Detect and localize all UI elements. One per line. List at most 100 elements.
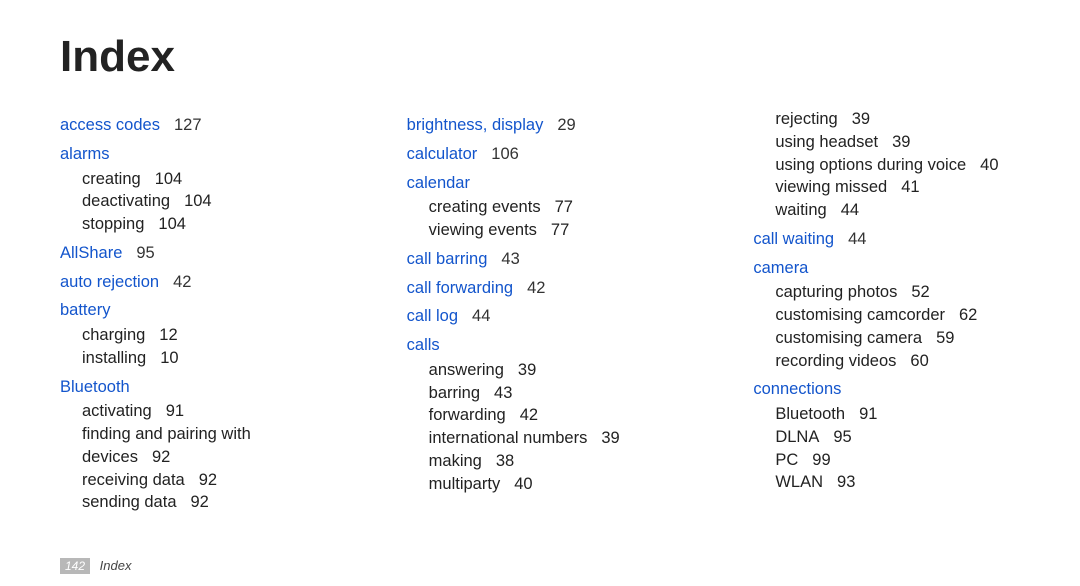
entry-page: 43 xyxy=(494,384,512,402)
index-columns: access codes 127 alarms creating 104 deactiva… xyxy=(60,108,1020,514)
entry-page: 39 xyxy=(601,429,619,447)
entry-text: barring xyxy=(429,384,480,402)
index-term[interactable]: AllShare95 xyxy=(60,242,327,265)
entry-page: 60 xyxy=(910,352,928,370)
index-subentry: barring 43 xyxy=(429,382,674,405)
entry-page: 127 xyxy=(174,116,202,134)
index-subentry: viewing missed41 xyxy=(775,176,1020,199)
index-subentry: finding and pairing with devices92 xyxy=(82,423,327,469)
index-subentry: receiving data92 xyxy=(82,469,327,492)
entry-page: 44 xyxy=(841,201,859,219)
entry-text: multiparty xyxy=(429,475,501,493)
entry-text: Bluetooth xyxy=(775,405,845,423)
index-subentry: customising camera 59 xyxy=(775,327,1020,350)
entry-page: 38 xyxy=(496,452,514,470)
entry-text: customising camera xyxy=(775,329,922,347)
index-subentry: DLNA 95 xyxy=(775,426,1020,449)
index-column: access codes 127 alarms creating 104 deactiva… xyxy=(60,108,327,514)
entry-page: 39 xyxy=(892,133,910,151)
entry-page: 44 xyxy=(472,307,490,325)
entry-text: creating xyxy=(82,170,141,188)
entry-text: calendar xyxy=(407,174,470,192)
entry-text: call waiting xyxy=(753,230,834,248)
entry-text: deactivating xyxy=(82,192,170,210)
entry-text: DLNA xyxy=(775,428,819,446)
entry-text: forwarding xyxy=(429,406,506,424)
index-subentry: making38 xyxy=(429,450,674,473)
index-term[interactable]: calls xyxy=(407,334,674,357)
entry-text: customising camcorder xyxy=(775,306,945,324)
entry-text: receiving data xyxy=(82,471,185,489)
index-term[interactable]: calendar xyxy=(407,172,674,195)
entry-page: 10 xyxy=(160,349,178,367)
entry-text: viewing events xyxy=(429,221,537,239)
index-subentry: using options during voice 40 xyxy=(775,154,1020,177)
entry-page: 91 xyxy=(166,402,184,420)
entry-text: battery xyxy=(60,301,110,319)
index-subentry: creating 104 xyxy=(82,168,327,191)
entry-page: 42 xyxy=(527,279,545,297)
index-subentry: creating events 77 xyxy=(429,196,674,219)
entry-text: call forwarding xyxy=(407,279,513,297)
entry-text: call log xyxy=(407,307,458,325)
entry-page: 41 xyxy=(901,178,919,196)
entry-text: stopping xyxy=(82,215,144,233)
index-term[interactable]: Bluetooth xyxy=(60,376,327,399)
entry-text: Bluetooth xyxy=(60,378,130,396)
index-subentry: using headset39 xyxy=(775,131,1020,154)
index-subentry: answering 39 xyxy=(429,359,674,382)
entry-page: 104 xyxy=(155,170,183,188)
entry-page: 43 xyxy=(501,250,519,268)
entry-page: 39 xyxy=(518,361,536,379)
index-term[interactable]: call forwarding 42 xyxy=(407,277,674,300)
entry-text: capturing photos xyxy=(775,283,897,301)
index-subentry: PC 99 xyxy=(775,449,1020,472)
index-term[interactable]: camera xyxy=(753,257,1020,280)
index-column: brightness, display29 calculator106 calend… xyxy=(407,108,674,514)
entry-page: 42 xyxy=(520,406,538,424)
entry-text: calls xyxy=(407,336,440,354)
index-subentry: WLAN93 xyxy=(775,471,1020,494)
entry-text: rejecting xyxy=(775,110,837,128)
index-subentry: stopping104 xyxy=(82,213,327,236)
entry-text: PC xyxy=(775,451,798,469)
entry-page: 95 xyxy=(833,428,851,446)
index-subentry: customising camcorder62 xyxy=(775,304,1020,327)
entry-text: creating events xyxy=(429,198,541,216)
entry-page: 77 xyxy=(551,221,569,239)
entry-text: sending data xyxy=(82,493,177,511)
index-term[interactable]: alarms xyxy=(60,143,327,166)
index-term[interactable]: brightness, display29 xyxy=(407,114,674,137)
entry-page: 91 xyxy=(859,405,877,423)
entry-page: 59 xyxy=(936,329,954,347)
index-term[interactable]: connections xyxy=(753,378,1020,401)
entry-page: 92 xyxy=(152,448,170,466)
entry-text: calculator xyxy=(407,145,478,163)
entry-page: 39 xyxy=(852,110,870,128)
index-subentry: multiparty 40 xyxy=(429,473,674,496)
index-subentry: deactivating104 xyxy=(82,190,327,213)
entry-page: 92 xyxy=(191,493,209,511)
index-subentry: viewing events 77 xyxy=(429,219,674,242)
entry-page: 77 xyxy=(555,198,573,216)
entry-text: camera xyxy=(753,259,808,277)
index-term[interactable]: access codes 127 xyxy=(60,114,327,137)
entry-text: using options during voice xyxy=(775,156,966,174)
index-term[interactable]: call waiting44 xyxy=(753,228,1020,251)
entry-page: 40 xyxy=(514,475,532,493)
index-term[interactable]: battery xyxy=(60,299,327,322)
entry-text: brightness, display xyxy=(407,116,544,134)
index-term[interactable]: calculator106 xyxy=(407,143,674,166)
entry-page: 99 xyxy=(812,451,830,469)
page-number: 142 xyxy=(60,558,90,574)
index-term[interactable]: call log 44 xyxy=(407,305,674,328)
entry-page: 40 xyxy=(980,156,998,174)
entry-text: answering xyxy=(429,361,504,379)
entry-text: access codes xyxy=(60,116,160,134)
entry-text: recording videos xyxy=(775,352,896,370)
index-term[interactable]: call barring43 xyxy=(407,248,674,271)
index-subentry: capturing photos52 xyxy=(775,281,1020,304)
index-term[interactable]: auto rejection42 xyxy=(60,271,327,294)
page-footer: 142 Index xyxy=(60,558,131,574)
index-subentry: installing10 xyxy=(82,347,327,370)
